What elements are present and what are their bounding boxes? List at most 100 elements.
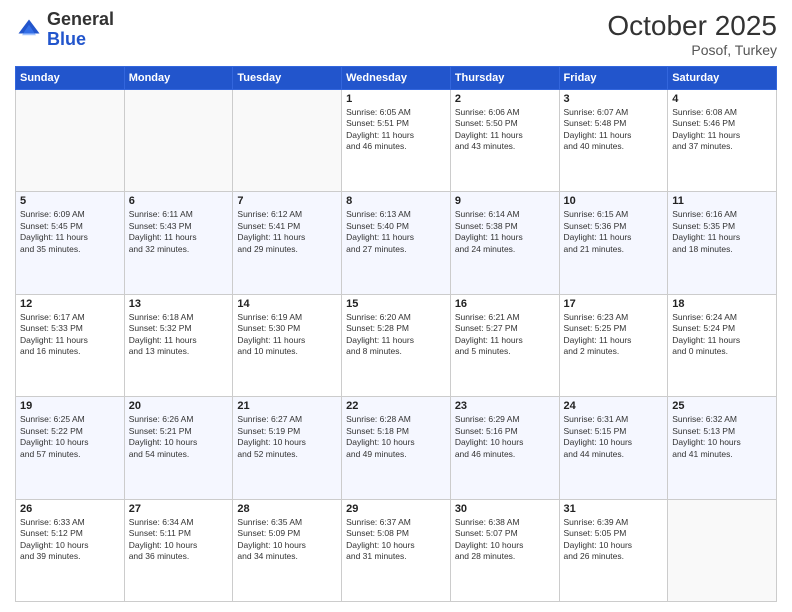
day-number: 31 xyxy=(564,503,664,515)
logo-icon xyxy=(15,16,43,44)
day-number: 1 xyxy=(346,93,446,105)
calendar-header-cell: Friday xyxy=(559,67,668,90)
calendar-cell: 11 Sunrise: 6:16 AM Sunset: 5:35 PM Dayli… xyxy=(668,192,777,294)
cell-info: Sunrise: 6:27 AM Sunset: 5:19 PM Dayligh… xyxy=(237,414,337,460)
calendar-cell: 29 Sunrise: 6:37 AM Sunset: 5:08 PM Dayli… xyxy=(342,499,451,601)
calendar-cell: 30 Sunrise: 6:38 AM Sunset: 5:07 PM Dayli… xyxy=(450,499,559,601)
day-number: 17 xyxy=(564,298,664,310)
calendar-cell: 19 Sunrise: 6:25 AM Sunset: 5:22 PM Dayli… xyxy=(16,397,125,499)
day-number: 30 xyxy=(455,503,555,515)
day-number: 6 xyxy=(129,195,229,207)
logo-general: General xyxy=(47,9,114,29)
calendar-cell: 3 Sunrise: 6:07 AM Sunset: 5:48 PM Daylig… xyxy=(559,90,668,192)
calendar-cell xyxy=(16,90,125,192)
logo-blue: Blue xyxy=(47,29,86,49)
calendar-cell: 16 Sunrise: 6:21 AM Sunset: 5:27 PM Dayli… xyxy=(450,294,559,396)
calendar-cell: 25Sunrise: 6:32 AM Sunset: 5:13 PM Dayli… xyxy=(668,397,777,499)
day-number: 14 xyxy=(237,298,337,310)
day-number: 2 xyxy=(455,93,555,105)
cell-info: Sunrise: 6:38 AM Sunset: 5:07 PM Dayligh… xyxy=(455,517,555,563)
day-number: 28 xyxy=(237,503,337,515)
day-number: 11 xyxy=(672,195,772,207)
cell-info: Sunrise: 6:14 AM Sunset: 5:38 PM Dayligh… xyxy=(455,209,555,255)
cell-info: Sunrise: 6:08 AM Sunset: 5:46 PM Dayligh… xyxy=(672,107,772,153)
cell-info: Sunrise: 6:34 AM Sunset: 5:11 PM Dayligh… xyxy=(129,517,229,563)
calendar-week-row: 5 Sunrise: 6:09 AM Sunset: 5:45 PM Daylig… xyxy=(16,192,777,294)
cell-info: Sunrise: 6:15 AM Sunset: 5:36 PM Dayligh… xyxy=(564,209,664,255)
cell-info: Sunrise: 6:39 AM Sunset: 5:05 PM Dayligh… xyxy=(564,517,664,563)
cell-info: Sunrise: 6:28 AM Sunset: 5:18 PM Dayligh… xyxy=(346,414,446,460)
title-block: October 2025 Posof, Turkey xyxy=(607,10,777,58)
calendar-header-cell: Tuesday xyxy=(233,67,342,90)
calendar-header-cell: Thursday xyxy=(450,67,559,90)
cell-info: Sunrise: 6:17 AM Sunset: 5:33 PM Dayligh… xyxy=(20,312,120,358)
calendar-cell: 21 Sunrise: 6:27 AM Sunset: 5:19 PM Dayli… xyxy=(233,397,342,499)
calendar-header-cell: Monday xyxy=(124,67,233,90)
calendar-cell: 26Sunrise: 6:33 AM Sunset: 5:12 PM Dayli… xyxy=(16,499,125,601)
calendar-cell: 31 Sunrise: 6:39 AM Sunset: 5:05 PM Dayli… xyxy=(559,499,668,601)
calendar-cell: 15 Sunrise: 6:20 AM Sunset: 5:28 PM Dayli… xyxy=(342,294,451,396)
calendar-cell: 4 Sunrise: 6:08 AM Sunset: 5:46 PM Daylig… xyxy=(668,90,777,192)
cell-info: Sunrise: 6:31 AM Sunset: 5:15 PM Dayligh… xyxy=(564,414,664,460)
day-number: 13 xyxy=(129,298,229,310)
day-number: 24 xyxy=(564,400,664,412)
day-number: 5 xyxy=(20,195,120,207)
calendar-cell: 13 Sunrise: 6:18 AM Sunset: 5:32 PM Dayli… xyxy=(124,294,233,396)
cell-info: Sunrise: 6:16 AM Sunset: 5:35 PM Dayligh… xyxy=(672,209,772,255)
day-number: 8 xyxy=(346,195,446,207)
calendar-cell: 6 Sunrise: 6:11 AM Sunset: 5:43 PM Daylig… xyxy=(124,192,233,294)
calendar-cell xyxy=(233,90,342,192)
day-number: 26 xyxy=(20,503,120,515)
cell-info: Sunrise: 6:35 AM Sunset: 5:09 PM Dayligh… xyxy=(237,517,337,563)
calendar-cell: 5 Sunrise: 6:09 AM Sunset: 5:45 PM Daylig… xyxy=(16,192,125,294)
calendar-cell: 8 Sunrise: 6:13 AM Sunset: 5:40 PM Daylig… xyxy=(342,192,451,294)
calendar-cell: 2Sunrise: 6:06 AM Sunset: 5:50 PM Daylig… xyxy=(450,90,559,192)
location: Posof, Turkey xyxy=(607,42,777,58)
day-number: 7 xyxy=(237,195,337,207)
day-number: 4 xyxy=(672,93,772,105)
day-number: 9 xyxy=(455,195,555,207)
day-number: 15 xyxy=(346,298,446,310)
day-number: 27 xyxy=(129,503,229,515)
cell-info: Sunrise: 6:13 AM Sunset: 5:40 PM Dayligh… xyxy=(346,209,446,255)
cell-info: Sunrise: 6:37 AM Sunset: 5:08 PM Dayligh… xyxy=(346,517,446,563)
cell-info: Sunrise: 6:24 AM Sunset: 5:24 PM Dayligh… xyxy=(672,312,772,358)
cell-info: Sunrise: 6:21 AM Sunset: 5:27 PM Dayligh… xyxy=(455,312,555,358)
cell-info: Sunrise: 6:11 AM Sunset: 5:43 PM Dayligh… xyxy=(129,209,229,255)
cell-info: Sunrise: 6:19 AM Sunset: 5:30 PM Dayligh… xyxy=(237,312,337,358)
calendar-cell xyxy=(668,499,777,601)
cell-info: Sunrise: 6:20 AM Sunset: 5:28 PM Dayligh… xyxy=(346,312,446,358)
calendar-cell: 23Sunrise: 6:29 AM Sunset: 5:16 PM Dayli… xyxy=(450,397,559,499)
cell-info: Sunrise: 6:07 AM Sunset: 5:48 PM Dayligh… xyxy=(564,107,664,153)
calendar-cell: 9 Sunrise: 6:14 AM Sunset: 5:38 PM Daylig… xyxy=(450,192,559,294)
calendar-week-row: 12 Sunrise: 6:17 AM Sunset: 5:33 PM Dayli… xyxy=(16,294,777,396)
calendar-header-row: SundayMondayTuesdayWednesdayThursdayFrid… xyxy=(16,67,777,90)
calendar-cell: 27 Sunrise: 6:34 AM Sunset: 5:11 PM Dayli… xyxy=(124,499,233,601)
day-number: 16 xyxy=(455,298,555,310)
calendar-cell: 20Sunrise: 6:26 AM Sunset: 5:21 PM Dayli… xyxy=(124,397,233,499)
calendar-body: 1 Sunrise: 6:05 AM Sunset: 5:51 PM Daylig… xyxy=(16,90,777,602)
calendar-cell: 17Sunrise: 6:23 AM Sunset: 5:25 PM Dayli… xyxy=(559,294,668,396)
day-number: 19 xyxy=(20,400,120,412)
cell-info: Sunrise: 6:26 AM Sunset: 5:21 PM Dayligh… xyxy=(129,414,229,460)
day-number: 18 xyxy=(672,298,772,310)
day-number: 22 xyxy=(346,400,446,412)
header: General Blue October 2025 Posof, Turkey xyxy=(15,10,777,58)
calendar-header-cell: Sunday xyxy=(16,67,125,90)
cell-info: Sunrise: 6:05 AM Sunset: 5:51 PM Dayligh… xyxy=(346,107,446,153)
day-number: 3 xyxy=(564,93,664,105)
calendar-week-row: 1 Sunrise: 6:05 AM Sunset: 5:51 PM Daylig… xyxy=(16,90,777,192)
day-number: 29 xyxy=(346,503,446,515)
cell-info: Sunrise: 6:09 AM Sunset: 5:45 PM Dayligh… xyxy=(20,209,120,255)
day-number: 25 xyxy=(672,400,772,412)
calendar-cell: 24 Sunrise: 6:31 AM Sunset: 5:15 PM Dayli… xyxy=(559,397,668,499)
cell-info: Sunrise: 6:18 AM Sunset: 5:32 PM Dayligh… xyxy=(129,312,229,358)
page: General Blue October 2025 Posof, Turkey … xyxy=(0,0,792,612)
day-number: 12 xyxy=(20,298,120,310)
day-number: 21 xyxy=(237,400,337,412)
cell-info: Sunrise: 6:12 AM Sunset: 5:41 PM Dayligh… xyxy=(237,209,337,255)
calendar-cell: 12 Sunrise: 6:17 AM Sunset: 5:33 PM Dayli… xyxy=(16,294,125,396)
day-number: 23 xyxy=(455,400,555,412)
calendar-header-cell: Wednesday xyxy=(342,67,451,90)
cell-info: Sunrise: 6:25 AM Sunset: 5:22 PM Dayligh… xyxy=(20,414,120,460)
